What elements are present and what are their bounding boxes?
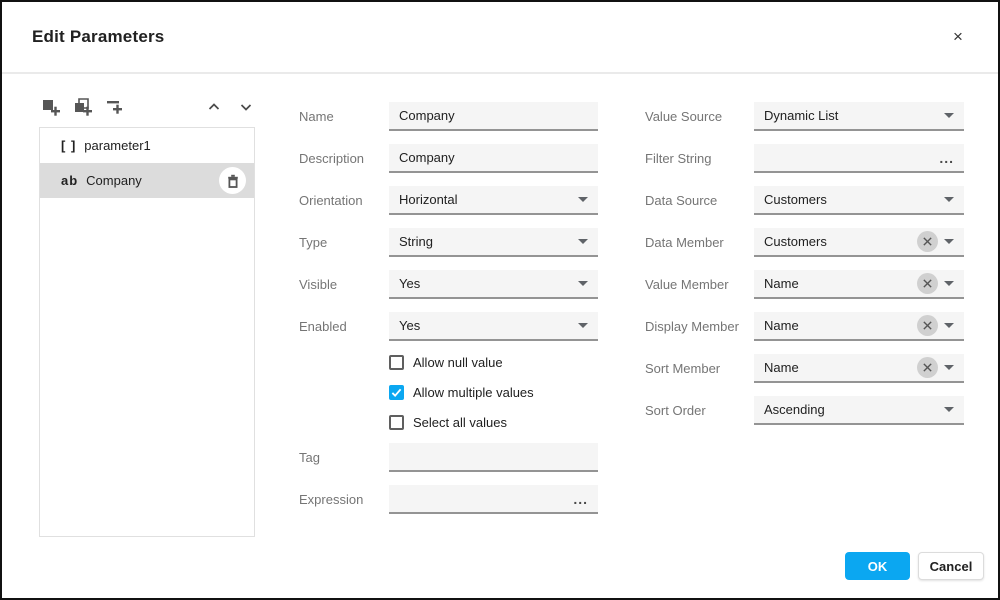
list-item-parameter1[interactable]: [ ] parameter1 <box>40 128 254 163</box>
move-up-icon[interactable] <box>204 98 223 117</box>
enabled-value: Yes <box>399 318 572 333</box>
value-source-value: Dynamic List <box>764 108 938 123</box>
display-member-label: Display Member <box>645 312 739 341</box>
name-value: Company <box>399 108 588 123</box>
list-item-company[interactable]: ab Company <box>40 163 254 198</box>
dialog-title: Edit Parameters <box>32 27 164 47</box>
ok-button[interactable]: OK <box>845 552 910 580</box>
chevron-down-icon <box>944 365 954 370</box>
name-input[interactable]: Company <box>389 102 598 131</box>
chevron-down-icon <box>944 113 954 118</box>
parameters-list: [ ] parameter1 ab Company <box>39 127 255 537</box>
clear-icon[interactable] <box>917 315 938 336</box>
dialog-header: Edit Parameters × <box>2 2 998 74</box>
parameter-name: parameter1 <box>84 138 150 153</box>
tag-label: Tag <box>299 443 320 472</box>
orientation-dropdown[interactable]: Horizontal <box>389 186 598 215</box>
clear-icon[interactable] <box>917 231 938 252</box>
type-label: Type <box>299 228 327 257</box>
chevron-down-icon <box>944 239 954 244</box>
visible-label: Visible <box>299 270 337 299</box>
display-member-dropdown[interactable]: Name <box>754 312 964 341</box>
value-member-dropdown[interactable]: Name <box>754 270 964 299</box>
edit-parameters-dialog: Edit Parameters × [ ] parameter1 ab Comp… <box>0 0 1000 600</box>
sort-member-label: Sort Member <box>645 354 720 383</box>
checkbox-unchecked-icon <box>389 355 404 370</box>
visible-dropdown[interactable]: Yes <box>389 270 598 299</box>
display-member-value: Name <box>764 318 913 333</box>
delete-parameter-button[interactable] <box>219 167 246 194</box>
select-all-values-checkbox[interactable]: Select all values <box>389 413 507 431</box>
chevron-down-icon <box>578 239 588 244</box>
visible-value: Yes <box>399 276 572 291</box>
cancel-button[interactable]: Cancel <box>918 552 984 580</box>
description-value: Company <box>399 150 588 165</box>
trash-icon <box>226 174 240 188</box>
description-input[interactable]: Company <box>389 144 598 173</box>
chevron-down-icon <box>944 407 954 412</box>
parameters-toolbar <box>41 96 255 118</box>
enabled-label: Enabled <box>299 312 347 341</box>
chevron-down-icon <box>578 197 588 202</box>
type-dropdown[interactable]: String <box>389 228 598 257</box>
name-label: Name <box>299 102 334 131</box>
filter-string-label: Filter String <box>645 144 711 173</box>
value-member-label: Value Member <box>645 270 729 299</box>
filter-string-ellipsis-button[interactable]: ... <box>939 153 954 163</box>
filter-string-input[interactable]: ... <box>754 144 964 173</box>
checkbox-label: Allow null value <box>413 355 503 370</box>
description-label: Description <box>299 144 364 173</box>
data-member-dropdown[interactable]: Customers <box>754 228 964 257</box>
checkbox-label: Select all values <box>413 415 507 430</box>
data-member-label: Data Member <box>645 228 724 257</box>
value-source-dropdown[interactable]: Dynamic List <box>754 102 964 131</box>
value-source-label: Value Source <box>645 102 722 131</box>
data-source-label: Data Source <box>645 186 717 215</box>
parameter-name: Company <box>86 173 142 188</box>
expression-ellipsis-button[interactable]: ... <box>573 494 588 504</box>
sort-order-value: Ascending <box>764 402 938 417</box>
chevron-down-icon <box>944 197 954 202</box>
chevron-down-icon <box>578 281 588 286</box>
add-parameter-group-icon[interactable] <box>73 98 92 117</box>
data-source-value: Customers <box>764 192 938 207</box>
clear-icon[interactable] <box>917 357 938 378</box>
allow-multiple-values-checkbox[interactable]: Allow multiple values <box>389 383 534 401</box>
chevron-down-icon <box>944 323 954 328</box>
checkbox-label: Allow multiple values <box>413 385 534 400</box>
multivalue-type-icon: [ ] <box>61 138 76 153</box>
orientation-label: Orientation <box>299 186 363 215</box>
checkbox-unchecked-icon <box>389 415 404 430</box>
checkbox-checked-icon <box>389 385 404 400</box>
sort-order-label: Sort Order <box>645 396 706 425</box>
chevron-down-icon <box>578 323 588 328</box>
data-source-dropdown[interactable]: Customers <box>754 186 964 215</box>
chevron-down-icon <box>944 281 954 286</box>
clear-icon[interactable] <box>917 273 938 294</box>
type-value: String <box>399 234 572 249</box>
orientation-value: Horizontal <box>399 192 572 207</box>
add-separator-icon[interactable] <box>105 98 124 117</box>
string-type-icon: ab <box>61 173 78 188</box>
expression-label: Expression <box>299 485 363 514</box>
sort-member-value: Name <box>764 360 913 375</box>
tag-input[interactable] <box>389 443 598 472</box>
enabled-dropdown[interactable]: Yes <box>389 312 598 341</box>
allow-null-value-checkbox[interactable]: Allow null value <box>389 353 503 371</box>
close-icon[interactable]: × <box>946 25 970 49</box>
value-member-value: Name <box>764 276 913 291</box>
expression-input[interactable]: ... <box>389 485 598 514</box>
data-member-value: Customers <box>764 234 913 249</box>
sort-order-dropdown[interactable]: Ascending <box>754 396 964 425</box>
add-parameter-icon[interactable] <box>41 98 60 117</box>
move-down-icon[interactable] <box>236 98 255 117</box>
sort-member-dropdown[interactable]: Name <box>754 354 964 383</box>
